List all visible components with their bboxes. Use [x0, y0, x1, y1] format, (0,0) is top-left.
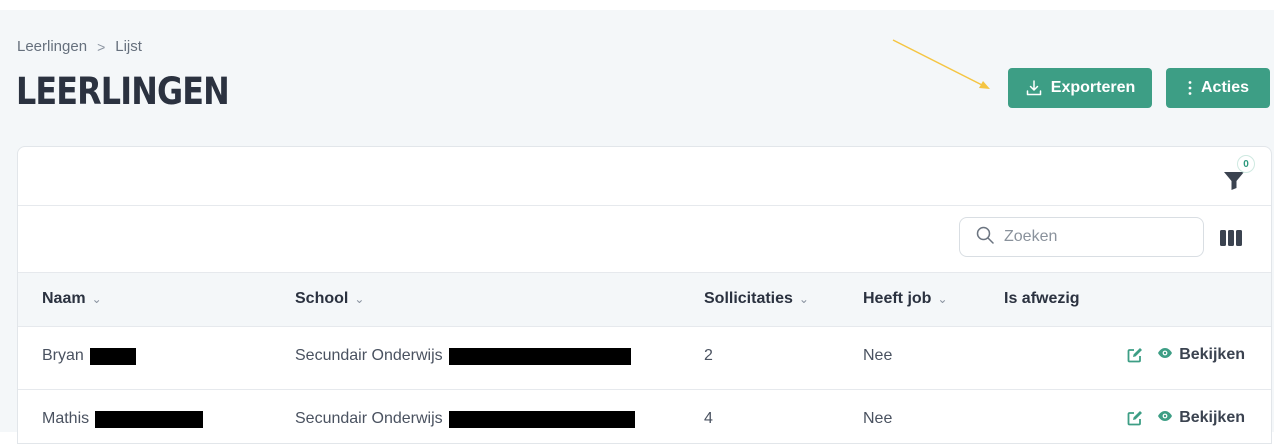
cell-school: Secundair Onderwijs [295, 347, 631, 365]
edit-icon[interactable] [1127, 347, 1143, 363]
redaction-block [95, 410, 204, 428]
export-button-label: Exporteren [1050, 79, 1136, 96]
page-background: Leerlingen > Lijst LEERLINGEN Exporteren… [0, 10, 1274, 444]
edit-icon[interactable] [1127, 410, 1143, 426]
download-icon [1025, 79, 1043, 97]
column-header-label: Sollicitaties [704, 290, 793, 307]
cell-sollicitaties: 2 [704, 347, 713, 364]
table-row: Bryan Secundair Onderwijs 2 Nee Bekijken [18, 327, 1271, 390]
filter-bar: 0 [18, 147, 1271, 206]
cell-sollicitaties: 4 [704, 410, 713, 427]
view-button[interactable]: Bekijken [1157, 409, 1245, 427]
search-bar [18, 206, 1271, 273]
row-actions: Bekijken [1127, 346, 1245, 364]
table-header: Naam ⌄ School ⌄ Sollicitaties ⌄ Heeft jo… [18, 273, 1271, 327]
chevron-down-icon: ⌄ [354, 292, 365, 306]
cell-text: Secundair Onderwijs [295, 410, 443, 427]
chevron-down-icon: ⌄ [798, 292, 809, 306]
column-header-label: School [295, 290, 349, 307]
view-button-label: Bekijken [1179, 409, 1245, 426]
cell-text: Mathis [42, 410, 90, 427]
column-header-label: Naam [42, 290, 86, 307]
breadcrumb-current: Lijst [115, 38, 142, 55]
chevron-down-icon: ⌄ [91, 292, 102, 306]
filter-count-badge: 0 [1237, 155, 1255, 173]
eye-icon [1157, 346, 1173, 364]
column-header-is-afwezig: Is afwezig [1004, 290, 1080, 308]
cell-name: Mathis [42, 410, 204, 428]
cell-school: Secundair Onderwijs [295, 410, 635, 428]
search-field[interactable] [959, 217, 1204, 257]
actions-button-label: Acties [1200, 79, 1250, 96]
redaction-block [448, 347, 631, 365]
redaction-block [448, 410, 635, 428]
filter-button[interactable]: 0 [1223, 155, 1255, 191]
table-row: Mathis Secundair Onderwijs 4 Nee Bekijke… [18, 390, 1271, 443]
columns-icon [1219, 230, 1243, 251]
breadcrumb: Leerlingen > Lijst [17, 38, 142, 55]
search-icon [976, 226, 994, 249]
redaction-block [89, 347, 136, 365]
export-button[interactable]: Exporteren [1008, 68, 1152, 108]
column-header-naam[interactable]: Naam ⌄ [42, 290, 102, 308]
view-button-label: Bekijken [1179, 346, 1245, 363]
column-header-sollicitaties[interactable]: Sollicitaties ⌄ [704, 290, 809, 308]
more-vertical-icon [1187, 80, 1193, 96]
table-card: 0 Naam ⌄ School ⌄ [17, 146, 1272, 444]
cell-text: Secundair Onderwijs [295, 347, 443, 364]
view-button[interactable]: Bekijken [1157, 346, 1245, 364]
columns-toggle-button[interactable] [1219, 229, 1243, 249]
breadcrumb-separator: > [97, 38, 106, 55]
cell-text: Bryan [42, 347, 84, 364]
search-input[interactable] [1002, 227, 1196, 247]
chevron-down-icon: ⌄ [937, 292, 948, 306]
actions-button[interactable]: Acties [1166, 68, 1270, 108]
row-actions: Bekijken [1127, 409, 1245, 427]
column-header-label: Heeft job [863, 290, 932, 307]
breadcrumb-parent-link[interactable]: Leerlingen [17, 38, 87, 55]
page-title: LEERLINGEN [16, 70, 230, 113]
eye-icon [1157, 409, 1173, 427]
column-header-heeft-job[interactable]: Heeft job ⌄ [863, 290, 948, 308]
cell-heeft-job: Nee [863, 410, 893, 427]
column-header-school[interactable]: School ⌄ [295, 290, 364, 308]
column-header-label: Is afwezig [1004, 290, 1080, 307]
cell-name: Bryan [42, 347, 136, 365]
cell-heeft-job: Nee [863, 347, 893, 364]
